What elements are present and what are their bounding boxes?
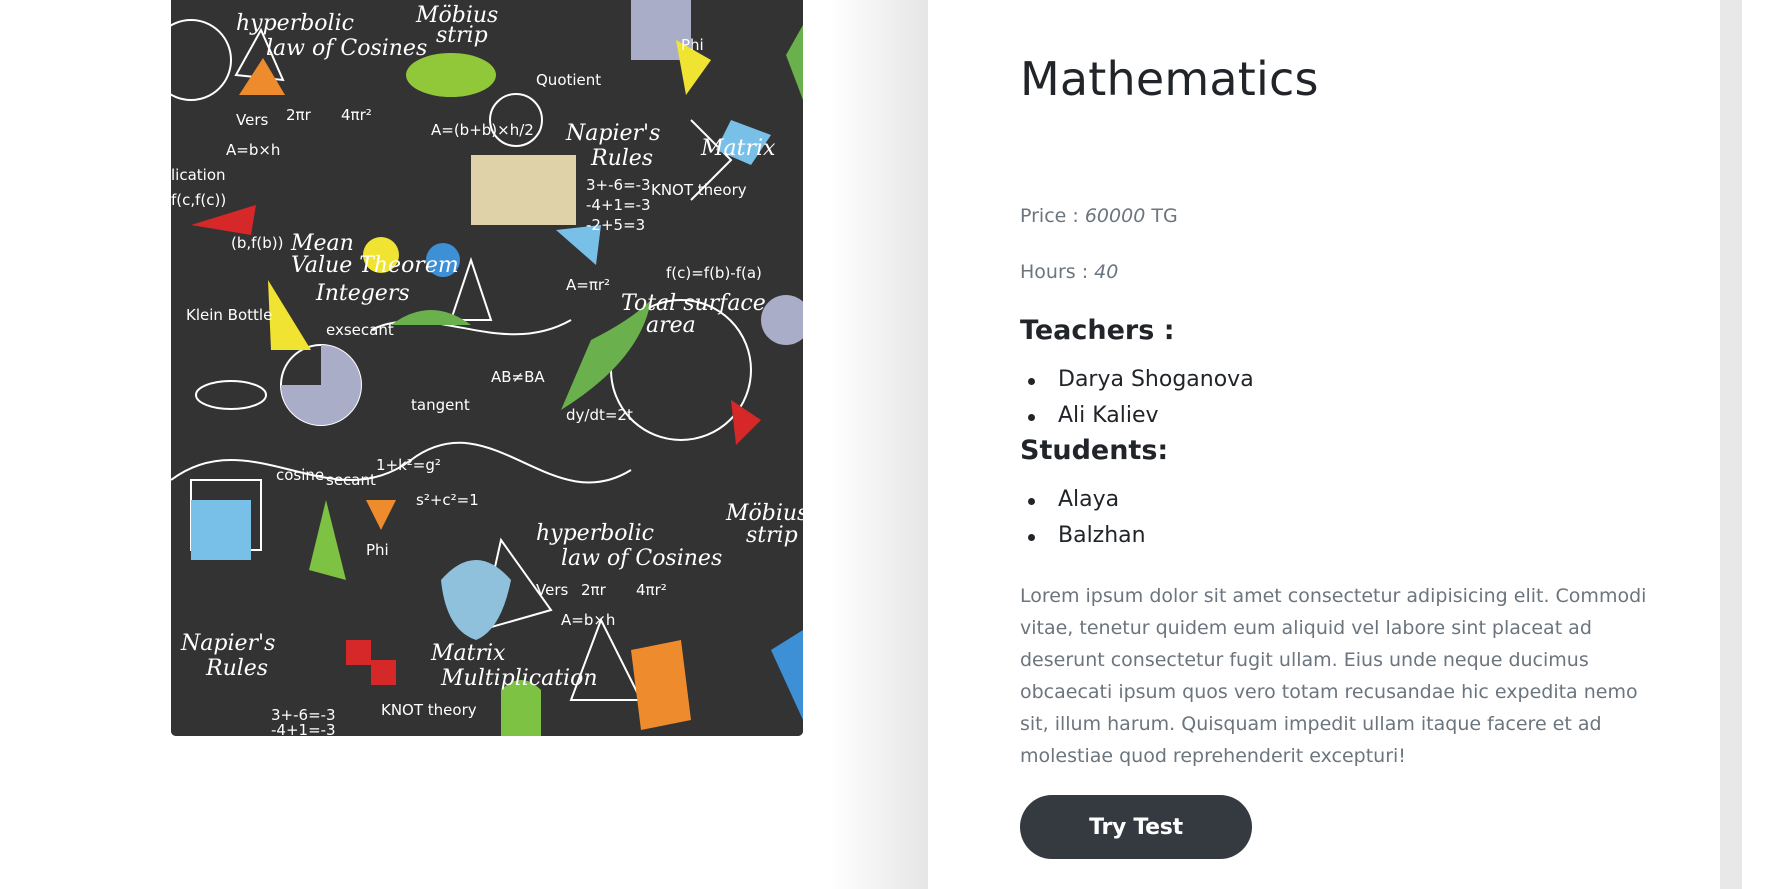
svg-text:tangent: tangent [411,396,470,414]
svg-text:-4+1=-3: -4+1=-3 [271,721,336,736]
svg-text:Matrix: Matrix [430,641,506,666]
svg-text:Vers: Vers [536,581,568,599]
svg-text:Klein Bottle: Klein Bottle [186,306,272,324]
svg-text:4πr²: 4πr² [341,106,372,124]
teacher-item: Darya Shoganova [1020,362,1254,398]
price-currency: TG [1145,205,1178,227]
svg-text:cosine: cosine [276,466,324,484]
svg-text:secant: secant [326,471,376,489]
course-description: Lorem ipsum dolor sit amet consectetur a… [1020,585,1647,767]
course-image: hyperbolic law of Cosines Möbius strip N… [171,0,803,736]
svg-text:strip: strip [746,523,798,548]
svg-text:Phi: Phi [681,36,704,54]
svg-text:-4+1=-3: -4+1=-3 [586,196,651,214]
svg-text:KNOT theory: KNOT theory [651,181,747,199]
svg-text:Quotient: Quotient [536,71,601,89]
svg-text:area: area [646,313,696,338]
svg-text:dy/dt=2t: dy/dt=2t [566,406,633,424]
student-item: Balzhan [1020,518,1146,554]
svg-text:Integers: Integers [315,281,410,306]
card-shadow [830,0,930,889]
svg-text:Rules: Rules [205,656,268,681]
course-title: Mathematics [1020,52,1319,106]
svg-text:Value Theorem: Value Theorem [291,253,459,278]
svg-text:Phi: Phi [366,541,389,559]
math-pattern-illustration: hyperbolic law of Cosines Möbius strip N… [171,0,803,736]
svg-text:Multiplication: Multiplication [440,666,598,691]
teachers-heading: Teachers : [1020,315,1175,346]
svg-text:Rules: Rules [590,146,653,171]
svg-text:Vers: Vers [236,111,268,129]
svg-text:Matrix: Matrix [700,136,776,161]
svg-text:f(c)=f(b)-f(a): f(c)=f(b)-f(a) [666,264,762,282]
svg-text:Napier's: Napier's [180,631,275,656]
svg-text:(b,f(b)): (b,f(b)) [231,234,284,252]
svg-text:A=(b+b)×h/2: A=(b+b)×h/2 [431,121,534,139]
svg-text:law of Cosines: law of Cosines [266,36,427,61]
svg-text:A=b×h: A=b×h [561,611,615,629]
hours-label: Hours : [1020,261,1095,283]
price-label: Price : [1020,205,1085,227]
svg-text:f(c,f(c)): f(c,f(c)) [171,191,226,209]
svg-text:s²+c²=1: s²+c²=1 [416,491,479,509]
svg-text:A=b×h: A=b×h [226,141,280,159]
svg-text:2πr: 2πr [286,106,312,124]
svg-text:3+-6=-3: 3+-6=-3 [586,176,651,194]
teacher-item: Ali Kaliev [1020,398,1254,434]
hours-line: Hours : 40 [1020,261,1118,283]
hours-value: 40 [1094,261,1119,283]
try-test-button[interactable]: Try Test [1020,795,1252,859]
svg-text:2πr: 2πr [581,581,607,599]
svg-text:hyperbolic: hyperbolic [536,521,654,546]
svg-text:law of Cosines: law of Cosines [561,546,722,571]
price-line: Price : 60000 TG [1020,205,1178,227]
svg-text:-2+5=3: -2+5=3 [586,216,645,234]
svg-text:KNOT theory: KNOT theory [381,701,477,719]
svg-text:hyperbolic: hyperbolic [236,11,354,36]
price-value: 60000 [1084,205,1146,227]
svg-text:exsecant: exsecant [326,321,394,339]
svg-text:Napier's: Napier's [565,121,660,146]
students-heading: Students: [1020,435,1169,466]
svg-text:4πr²: 4πr² [636,581,667,599]
svg-text:A=πr²: A=πr² [566,276,610,294]
svg-text:AB≠BA: AB≠BA [491,368,545,386]
svg-text:lication: lication [171,166,226,184]
card-right-border [1720,0,1742,889]
svg-text:strip: strip [436,23,488,48]
svg-text:1+k²=g²: 1+k²=g² [376,456,441,474]
teachers-list: Darya Shoganova Ali Kaliev [1020,362,1254,434]
student-item: Alaya [1020,482,1146,518]
students-list: Alaya Balzhan [1020,482,1146,554]
